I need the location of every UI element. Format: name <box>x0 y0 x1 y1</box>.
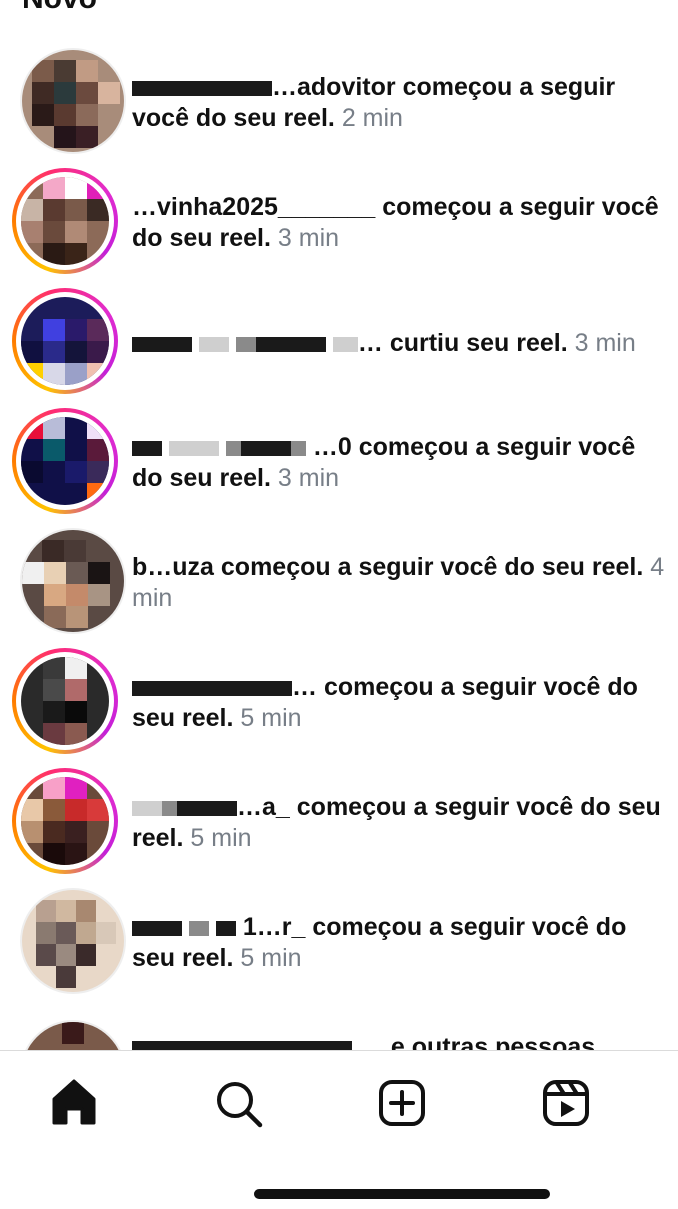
notification-username[interactable]: …a_ <box>237 793 290 821</box>
notification-username[interactable]: b…uza <box>132 553 214 581</box>
notification-row[interactable]: …0 começou a seguir você do seu reel. 3 … <box>0 404 678 524</box>
notification-time: 5 min <box>190 824 252 852</box>
notification-username[interactable]: …vinha2025_______ <box>132 193 375 221</box>
notification-text: …adovitor começou a seguir você do seu r… <box>132 72 667 134</box>
notification-username[interactable]: …0 <box>313 433 352 461</box>
notification-username[interactable]: …adovitor <box>272 73 396 101</box>
home-indicator[interactable] <box>254 1189 550 1199</box>
notification-time: 3 min <box>277 464 340 492</box>
notification-row[interactable]: …adovitor começou a seguir você do seu r… <box>0 44 678 164</box>
notification-username[interactable]: 1…r_ <box>243 913 306 941</box>
notification-text: …vinha2025_______ começou a seguir você … <box>132 192 667 254</box>
avatar[interactable] <box>12 648 118 754</box>
notification-username[interactable]: … <box>358 329 383 357</box>
notification-row[interactable]: … e outras pessoas <box>0 1004 678 1050</box>
avatar[interactable] <box>20 888 126 994</box>
notification-text: …a_ começou a seguir você do seu reel. 5… <box>132 792 667 854</box>
notification-text: 1…r_ começou a seguir você do seu reel. … <box>132 912 667 974</box>
notification-row[interactable]: …vinha2025_______ começou a seguir você … <box>0 164 678 284</box>
avatar[interactable] <box>20 1020 126 1050</box>
search-icon[interactable] <box>210 1075 266 1131</box>
notification-text: b…uza começou a seguir você do seu reel.… <box>132 552 667 614</box>
notification-row[interactable]: 1…r_ começou a seguir você do seu reel. … <box>0 884 678 1004</box>
avatar[interactable] <box>12 408 118 514</box>
notification-action: começou a seguir você do seu reel. <box>220 553 644 581</box>
notification-username[interactable]: … <box>292 673 317 701</box>
notification-time: 3 min <box>574 329 636 357</box>
notification-text: … curtiu seu reel. 3 min <box>132 328 667 359</box>
notification-row[interactable]: … começou a seguir você do seu reel. 5 m… <box>0 644 678 764</box>
avatar[interactable] <box>20 528 126 634</box>
notification-time: 2 min <box>341 104 403 132</box>
avatar[interactable] <box>12 288 118 394</box>
notification-text: … começou a seguir você do seu reel. 5 m… <box>132 672 667 734</box>
bottom-tab-bar <box>0 1050 678 1209</box>
notification-text: …0 começou a seguir você do seu reel. 3 … <box>132 432 667 494</box>
notification-text: … e outras pessoas <box>132 1032 667 1050</box>
notification-username[interactable]: … <box>359 1033 384 1050</box>
notification-time: 5 min <box>240 944 302 972</box>
avatar[interactable] <box>12 168 118 274</box>
create-post-icon[interactable] <box>374 1075 430 1131</box>
avatar[interactable] <box>20 48 126 154</box>
home-icon[interactable] <box>46 1075 102 1131</box>
notification-time: 3 min <box>277 224 340 252</box>
notification-list: …adovitor começou a seguir você do seu r… <box>0 0 678 1050</box>
notification-action: curtiu seu reel. <box>389 329 568 357</box>
avatar[interactable] <box>12 768 118 874</box>
notification-row[interactable]: …a_ começou a seguir você do seu reel. 5… <box>0 764 678 884</box>
reels-icon[interactable] <box>538 1075 594 1131</box>
notification-row[interactable]: b…uza começou a seguir você do seu reel.… <box>0 524 678 644</box>
notification-row[interactable]: … curtiu seu reel. 3 min <box>0 284 678 404</box>
notification-action: e outras pessoas <box>390 1033 596 1050</box>
notification-time: 5 min <box>240 704 302 732</box>
